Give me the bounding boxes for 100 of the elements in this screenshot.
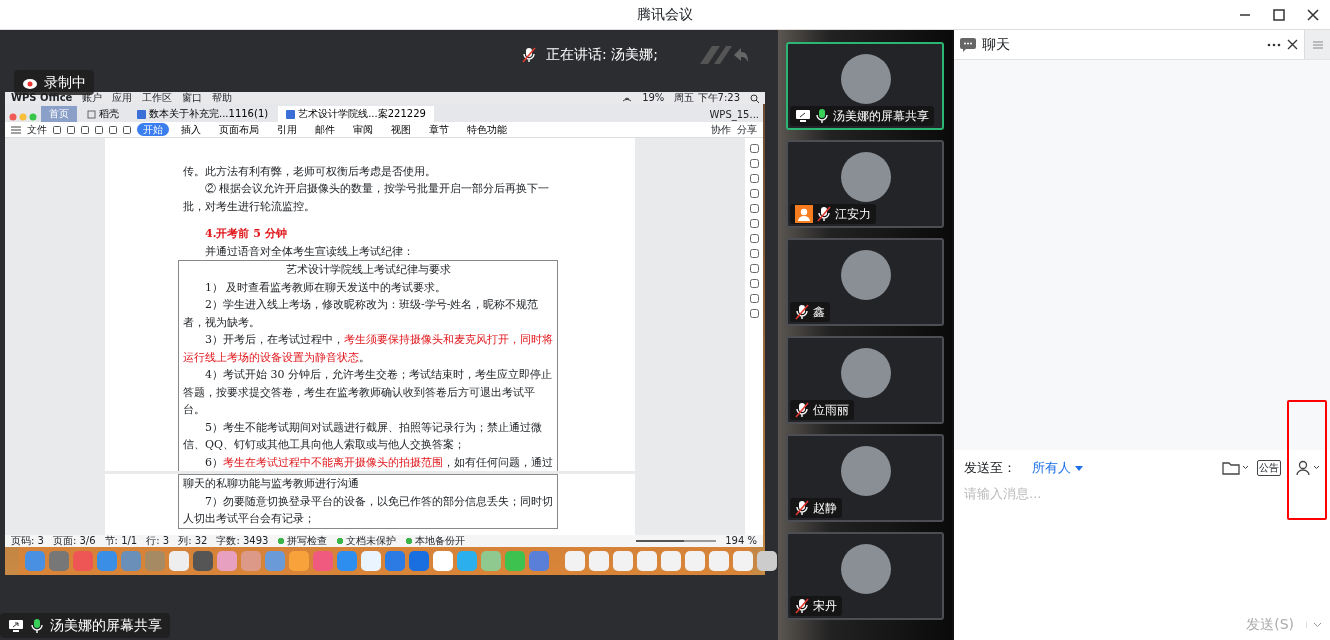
file-button[interactable] [1222,460,1249,476]
participant-tile[interactable]: 赵静 [786,434,944,522]
maximize-icon[interactable] [1273,9,1285,21]
caret-icon[interactable] [1075,465,1084,472]
paragraph: 3）开考后，在考试过程中，考生须要保持摄像头和麦克风打开，同时将运行线上考场的设备设置为静音状态。 [183,332,553,366]
avatar-placeholder [841,54,891,104]
status-item: 字数: 3493 [216,535,269,547]
chat-title: 聊天 [982,35,1010,54]
app-icon[interactable] [433,551,453,571]
menu-button[interactable] [1304,30,1330,59]
app-icon[interactable] [361,551,381,571]
battery-level: 19% [642,92,665,104]
search-icon[interactable] [750,93,759,103]
window-thumbnail[interactable] [685,551,705,571]
paragraph: 并通过语音对全体考生宣读线上考试纪律： [204,243,415,260]
account-name[interactable]: WPS_15... [709,107,759,122]
more-icon[interactable] [1267,42,1281,47]
app-icon[interactable] [481,551,501,571]
window-title: 腾讯会议 [637,5,693,24]
recording-label: 录制中 [44,73,86,92]
logo-icon [698,44,748,66]
window-thumbnail[interactable] [589,551,609,571]
app-menu-name: WPS Office [11,92,73,104]
speaker-label: 正在讲话: 汤美娜; [546,45,658,64]
window-controls-icon[interactable] [9,112,39,122]
status-item: 行: 3 [146,535,170,547]
person-icon[interactable] [1295,459,1311,476]
member-button[interactable] [1295,459,1320,476]
menu-icon[interactable] [1312,40,1323,49]
document-tab[interactable]: 稻壳 [79,106,127,122]
app-icon[interactable] [385,551,405,571]
screen-share-icon [8,618,24,633]
window-thumbnail[interactable] [613,551,633,571]
participant-tile[interactable]: 位雨丽 [786,336,944,424]
paragraph: 聊天的私聊功能与监考教师进行沟通 [183,476,360,492]
folder-icon[interactable] [1222,460,1240,476]
person-badge-icon [795,205,813,223]
app-icon[interactable] [169,551,189,571]
ribbon-tab[interactable]: 章节 [423,123,455,136]
chat-icon [960,37,976,52]
participant-name: 宋丹 [813,598,837,615]
menu-icon[interactable] [11,125,21,134]
app-icon[interactable] [409,551,429,571]
menu-item[interactable]: 工作区 [142,92,173,104]
square-icon [87,109,96,119]
document-tab[interactable]: 数本关于补充完...1116(1) [129,106,277,122]
window-thumbnail[interactable] [661,551,681,571]
ribbon-tab[interactable]: 页面布局 [213,123,265,136]
participant-name: 位雨丽 [813,402,849,419]
paragraph: 传。此方法有利有弊，老师可权衡后考虑是否使用。 [183,163,437,180]
menu-item[interactable]: 帮助 [212,92,233,104]
ribbon-tab[interactable]: 审阅 [347,123,379,136]
chevron-down-icon[interactable] [1313,465,1320,471]
document-tab[interactable]: 艺术设计学院线...案221229 [278,106,434,122]
document-icon [286,109,296,119]
participant-tile[interactable]: 鑫 [786,238,944,326]
paragraph: ② 根据会议允许开启摄像头的数量，按学号批量开启一部分后再换下一批，对考生进行轮流监控。 [183,181,551,215]
announcement-button[interactable]: 公告 [1257,459,1281,476]
close-icon[interactable] [1287,39,1298,50]
window-thumbnail[interactable] [709,551,729,571]
participant-name: 赵静 [813,500,837,517]
app-icon[interactable] [49,551,69,571]
document-icon [137,109,146,119]
menu-item[interactable]: 账户 [82,92,103,104]
file-menu[interactable]: 文件 [27,122,47,137]
paragraph: 7）勿要随意切换登录平台的设备，以免已作答的部分信息丢失；同时切人切出考试平台会有记录； [183,493,553,527]
app-icon[interactable] [193,551,213,571]
window-thumbnail[interactable] [733,551,753,571]
paragraph: 6）考生在考试过程中不能离开摄像头的拍摄范围，如有任何问题，通过 [204,454,553,471]
ribbon-tab[interactable]: 开始 [137,123,169,136]
menu-item[interactable]: 应用 [112,92,133,104]
ribbon-tab[interactable]: 视图 [385,123,417,136]
ribbon-tab[interactable]: 特色功能 [461,123,513,136]
ribbon-tab[interactable]: 邮件 [309,123,341,136]
status-check[interactable]: 文档未保护 [336,535,397,547]
status-item: 页面: 3/6 [52,535,96,547]
ribbon-tab[interactable]: 引用 [271,123,303,136]
avatar-placeholder [841,152,891,202]
ribbon-tab[interactable]: 插入 [175,123,207,136]
paragraph: 2）学生进入线上考场，修改昵称改为：班级-学号-姓名，昵称不规范者，视为缺考。 [183,297,540,331]
window-thumbnail[interactable] [637,551,657,571]
chevron-down-icon[interactable] [1242,465,1249,471]
avatar-placeholder [841,250,891,300]
participant-name: 鑫 [813,304,825,321]
participant-name: 汤美娜的屏幕共享 [833,108,929,125]
recipient-dropdown[interactable]: 所有人 [1032,458,1084,478]
close-icon[interactable] [1307,9,1319,21]
ribbon-action[interactable]: 协作 [711,122,731,137]
paragraph: 4）考试开始 30 分钟后，允许考生交卷；考试结束时，考生应立即停止答题，按要求提交答卷，考生在监考教师确认收到答卷后方可退出考试平台。 [183,367,553,418]
participant-tile[interactable]: 江安力 [786,140,944,228]
ribbon-action[interactable]: 分享 [737,122,757,137]
window-thumbnail[interactable] [565,551,585,571]
status-check[interactable]: 拼写检查 [277,535,328,547]
trash-icon[interactable] [757,551,777,571]
menu-item[interactable]: 窗口 [182,92,203,104]
status-check[interactable]: 本地备份开 [405,535,466,547]
participant-tile[interactable]: 汤美娜的屏幕共享 [786,42,944,130]
send-options-button[interactable] [1306,621,1322,628]
box-title: 艺术设计学院线上考试纪律与要求 [284,262,452,278]
participant-tile[interactable]: 宋丹 [786,532,944,620]
